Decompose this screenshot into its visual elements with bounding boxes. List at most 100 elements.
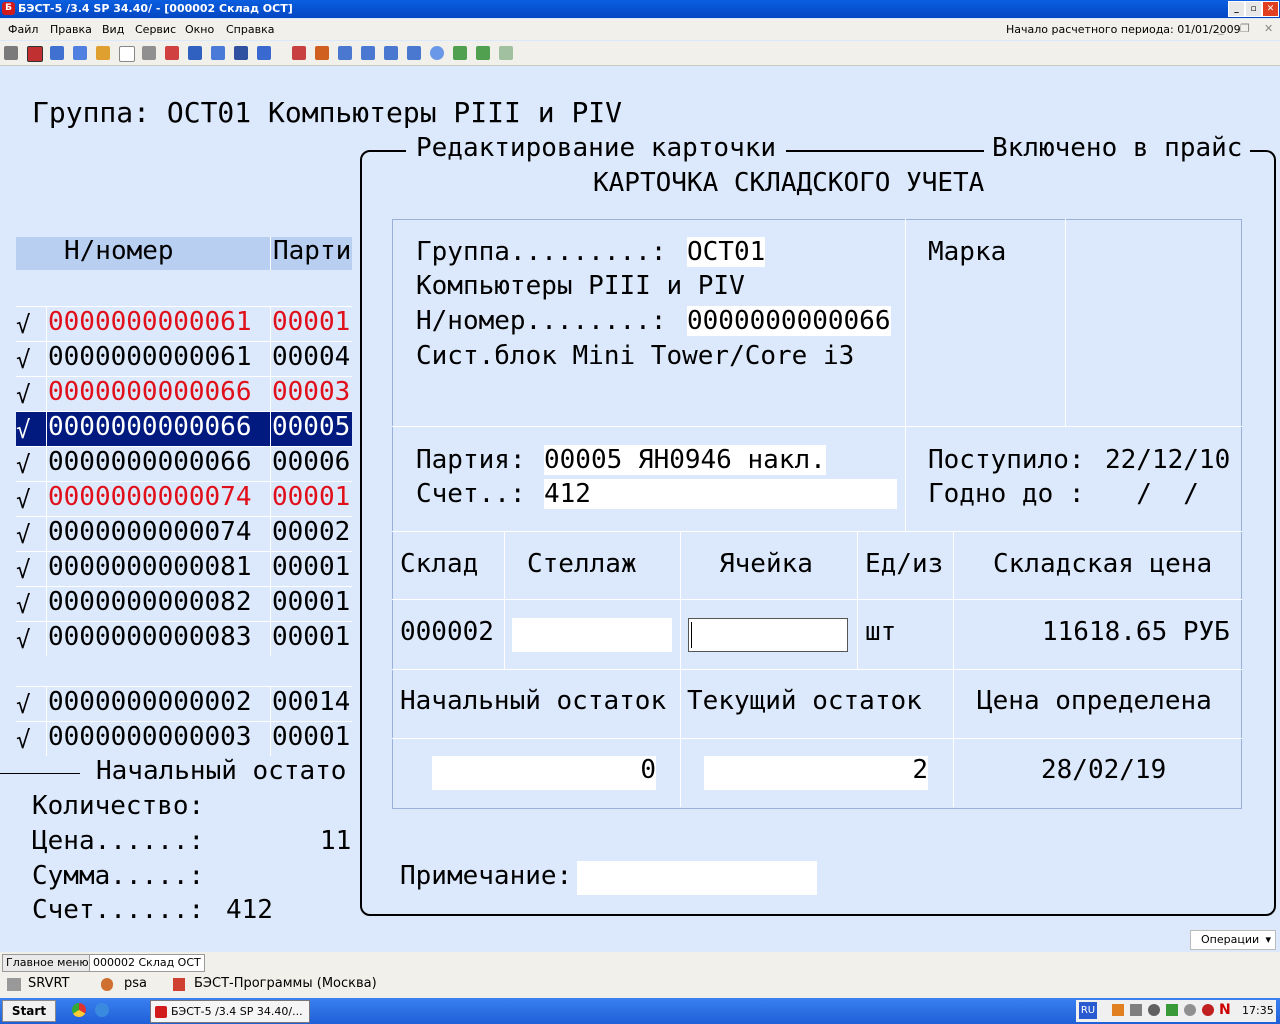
help-icon[interactable] <box>430 46 444 60</box>
tool-icon-3[interactable] <box>50 46 64 60</box>
card-group-field[interactable]: ОСТ01 <box>687 237 766 267</box>
row-divider <box>46 447 47 481</box>
task-app-icon <box>155 1006 167 1018</box>
cell-field[interactable] <box>688 618 848 652</box>
ql-srvrt[interactable]: SRVRT <box>28 976 70 991</box>
card-number-field[interactable]: 0000000000066 <box>687 306 891 336</box>
list-row[interactable]: √ 0000000000081 00001 <box>16 551 352 586</box>
tool-icon-9[interactable] <box>188 46 202 60</box>
chart-icon-1[interactable] <box>453 46 467 60</box>
row-number: 0000000000066 <box>48 377 252 407</box>
row-divider <box>270 687 271 721</box>
ql-org[interactable]: БЭСТ-Программы (Москва) <box>194 976 377 991</box>
check-icon: √ <box>16 626 31 654</box>
current-balance-value: 2 <box>912 755 928 785</box>
list-row[interactable]: √ 0000000000074 00002 <box>16 516 352 551</box>
menu-view[interactable]: Вид <box>102 23 124 36</box>
row-number: 0000000000074 <box>48 517 252 547</box>
start-button[interactable]: Start <box>2 1000 56 1022</box>
row-divider <box>270 722 271 756</box>
note-label: Примечание: <box>400 861 573 891</box>
note-field[interactable] <box>577 861 817 895</box>
chart-icon-2[interactable] <box>476 46 490 60</box>
tool-icon-12[interactable] <box>257 46 271 60</box>
n-icon[interactable]: N <box>1219 1002 1231 1018</box>
tray-icon-4[interactable] <box>1166 1004 1178 1016</box>
tray-icon-2[interactable] <box>1130 1004 1142 1016</box>
list-row[interactable]: √ 0000000000061 00001 <box>16 306 352 341</box>
list-row[interactable]: √ 0000000000082 00001 <box>16 586 352 621</box>
tool-icon-1[interactable] <box>4 46 18 60</box>
card-acc-field[interactable]: 412 <box>544 479 897 509</box>
menu-window[interactable]: Окно <box>185 23 214 36</box>
first-record-icon[interactable] <box>338 46 352 60</box>
tool-icon-11[interactable] <box>234 46 248 60</box>
mdi-close-icon[interactable]: ✕ <box>1264 22 1273 35</box>
menu-help[interactable]: Справка <box>226 23 274 36</box>
list-row[interactable]: √ 0000000000066 00005 <box>16 411 352 446</box>
prev-record-icon[interactable] <box>361 46 375 60</box>
list-row[interactable]: √ 0000000000003 00001 <box>16 721 352 756</box>
tool-icon-14[interactable] <box>315 46 329 60</box>
menu-edit[interactable]: Правка <box>50 23 92 36</box>
tab-main-menu[interactable]: Главное меню <box>2 954 93 972</box>
row-divider <box>270 412 271 446</box>
card-valid-value[interactable]: / / <box>1105 479 1199 509</box>
row-divider <box>270 517 271 551</box>
vline-a <box>905 219 906 531</box>
mdi-restore-icon[interactable]: ❐ <box>1240 22 1250 35</box>
price-label: Цена......: <box>32 826 205 856</box>
last-record-icon[interactable] <box>407 46 421 60</box>
row-party: 00001 <box>272 552 351 582</box>
list-row[interactable]: √ 0000000000002 00014 <box>16 686 352 721</box>
refresh-icon[interactable] <box>499 46 513 60</box>
tool-icon-6[interactable] <box>119 46 135 62</box>
language-indicator[interactable]: RU <box>1079 1002 1097 1019</box>
tool-icon-8[interactable] <box>165 46 179 60</box>
operations-dropdown[interactable]: Операции ▾ <box>1190 930 1276 950</box>
minimize-button[interactable]: _ <box>1228 1 1245 17</box>
ql-psa[interactable]: psa <box>124 976 147 991</box>
menu-file[interactable]: Файл <box>8 23 38 36</box>
tray-icon-6[interactable] <box>1202 1004 1214 1016</box>
card-received-value: 22/12/10 <box>1105 445 1231 475</box>
tray-icon-5[interactable] <box>1184 1004 1196 1016</box>
row-divider <box>270 482 271 516</box>
tool-icon-2[interactable] <box>27 46 43 62</box>
tool-icon-13[interactable] <box>292 46 306 60</box>
mdi-minimize-icon[interactable]: _ <box>1218 22 1224 35</box>
sum-label: Сумма.....: <box>32 861 205 891</box>
taskbar-task[interactable]: БЭСТ-5 /3.4 SP 34.40/... <box>150 1000 310 1023</box>
list-row[interactable]: √ 0000000000066 00006 <box>16 446 352 481</box>
row-divider <box>270 587 271 621</box>
maximize-button[interactable]: ▫ <box>1245 1 1262 17</box>
list-row[interactable]: √ 0000000000083 00001 <box>16 621 352 656</box>
tool-icon-10[interactable] <box>211 46 225 60</box>
tray-icon-1[interactable] <box>1112 1004 1124 1016</box>
chrome-icon[interactable] <box>72 1003 86 1017</box>
tool-icon-7[interactable] <box>142 46 156 60</box>
list-row[interactable]: √ 0000000000074 00001 <box>16 481 352 516</box>
list-table-2: √ 0000000000002 00014 √ 0000000000003 00001 <box>16 686 352 756</box>
tab-warehouse[interactable]: 000002 Склад ОСТ <box>89 954 205 972</box>
card-party-field[interactable]: 00005 ЯН0946 накл. <box>544 445 826 475</box>
list-row[interactable]: √ 0000000000066 00003 <box>16 376 352 411</box>
next-record-icon[interactable] <box>384 46 398 60</box>
check-icon: √ <box>16 726 31 754</box>
tool-icon-4[interactable] <box>73 46 87 60</box>
menu-service[interactable]: Сервис <box>135 23 176 36</box>
stellazh-field[interactable] <box>512 618 672 652</box>
header-divider <box>270 237 271 270</box>
tray-icon-3[interactable] <box>1148 1004 1160 1016</box>
close-button[interactable]: ✕ <box>1262 1 1279 17</box>
start-label: Start <box>11 1004 47 1018</box>
ie-icon[interactable] <box>95 1003 109 1017</box>
row-party: 00001 <box>272 722 351 752</box>
grid-line-2 <box>392 531 1242 532</box>
vline-c <box>504 531 505 669</box>
row-divider <box>270 377 271 411</box>
tool-icon-5[interactable] <box>96 46 110 60</box>
list-row[interactable]: √ 0000000000061 00004 <box>16 341 352 376</box>
row-divider <box>46 377 47 411</box>
text-cursor <box>691 622 692 648</box>
